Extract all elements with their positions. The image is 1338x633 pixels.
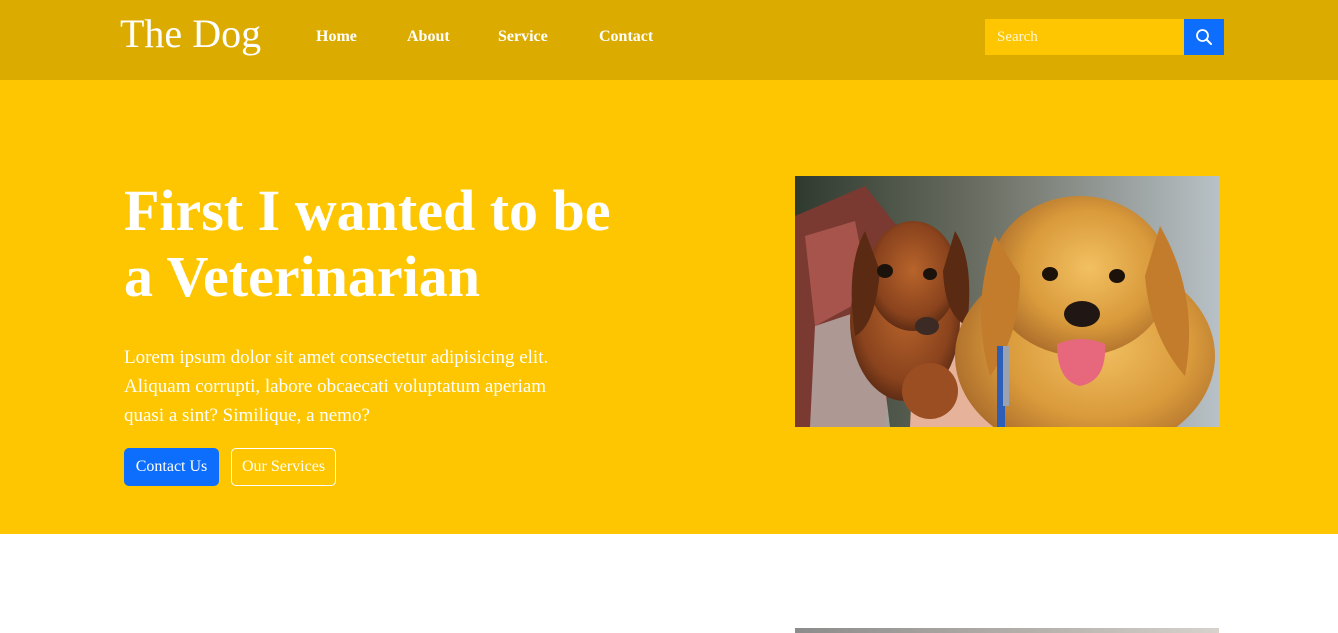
navbar: The Dog Home About Service Contact xyxy=(0,0,1338,80)
search-button[interactable] xyxy=(1184,19,1224,55)
hero-title: First I wanted to be a Veterinarian xyxy=(124,178,611,309)
hero-section: First I wanted to be a Veterinarian Lore… xyxy=(0,80,1338,534)
brand-logo[interactable]: The Dog xyxy=(120,10,261,58)
hero-description: Lorem ipsum dolor sit amet consectetur a… xyxy=(124,347,549,426)
nav-link-about[interactable]: About xyxy=(407,27,450,47)
nav-link-service[interactable]: Service xyxy=(498,27,548,47)
contact-us-button[interactable]: Contact Us xyxy=(124,448,219,486)
nav-link-contact[interactable]: Contact xyxy=(599,27,653,47)
nav-link-home[interactable]: Home xyxy=(316,27,357,47)
puppies-image xyxy=(795,176,1219,427)
next-section-image-edge xyxy=(795,628,1219,633)
our-services-button[interactable]: Our Services xyxy=(231,448,336,486)
search-input[interactable] xyxy=(985,19,1185,55)
search-icon xyxy=(1196,29,1212,45)
